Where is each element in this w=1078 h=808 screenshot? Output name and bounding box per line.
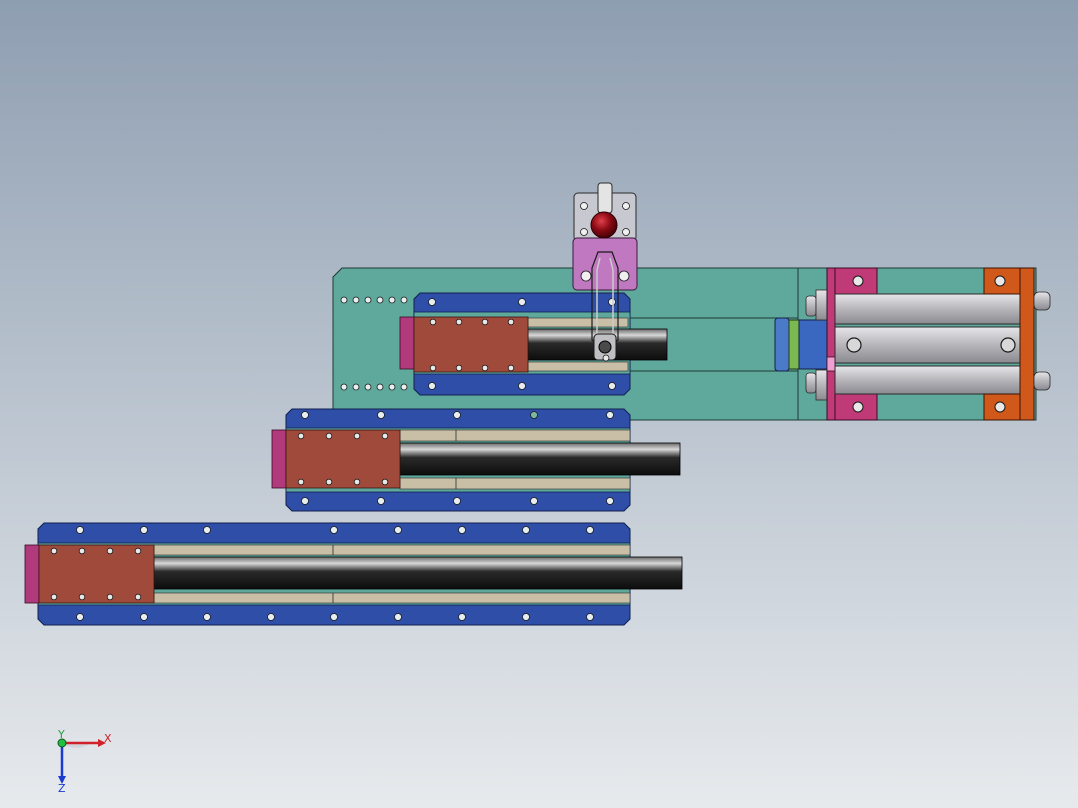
end-cap <box>399 316 415 370</box>
piston-rod <box>399 442 681 476</box>
piston-rod <box>153 556 683 590</box>
cylinder-barrel-lower <box>834 365 1021 395</box>
cad-viewport[interactable]: X Y Z <box>0 0 1078 808</box>
linear-slide-middle[interactable] <box>271 408 681 512</box>
cylinder-cap-blue <box>774 317 790 372</box>
carriage[interactable] <box>413 316 529 373</box>
linear-slide-bottom[interactable] <box>24 522 683 626</box>
cylinder-cap-green <box>788 319 800 370</box>
clamp-knob-icon[interactable] <box>590 211 618 239</box>
triad-y-label: Y <box>57 728 65 741</box>
triad-x-label: X <box>104 732 112 745</box>
triad-z-label: Z <box>58 782 66 795</box>
end-cap <box>271 429 287 489</box>
cylinder-barrel-upper <box>834 293 1021 325</box>
model-canvas[interactable]: X Y Z <box>0 0 1078 808</box>
end-cap <box>24 544 40 604</box>
linear-slide-top[interactable] <box>399 292 668 396</box>
clamp-handle[interactable] <box>597 182 613 214</box>
carriage[interactable] <box>285 429 401 489</box>
cylinder-barrel-middle <box>834 326 1021 364</box>
